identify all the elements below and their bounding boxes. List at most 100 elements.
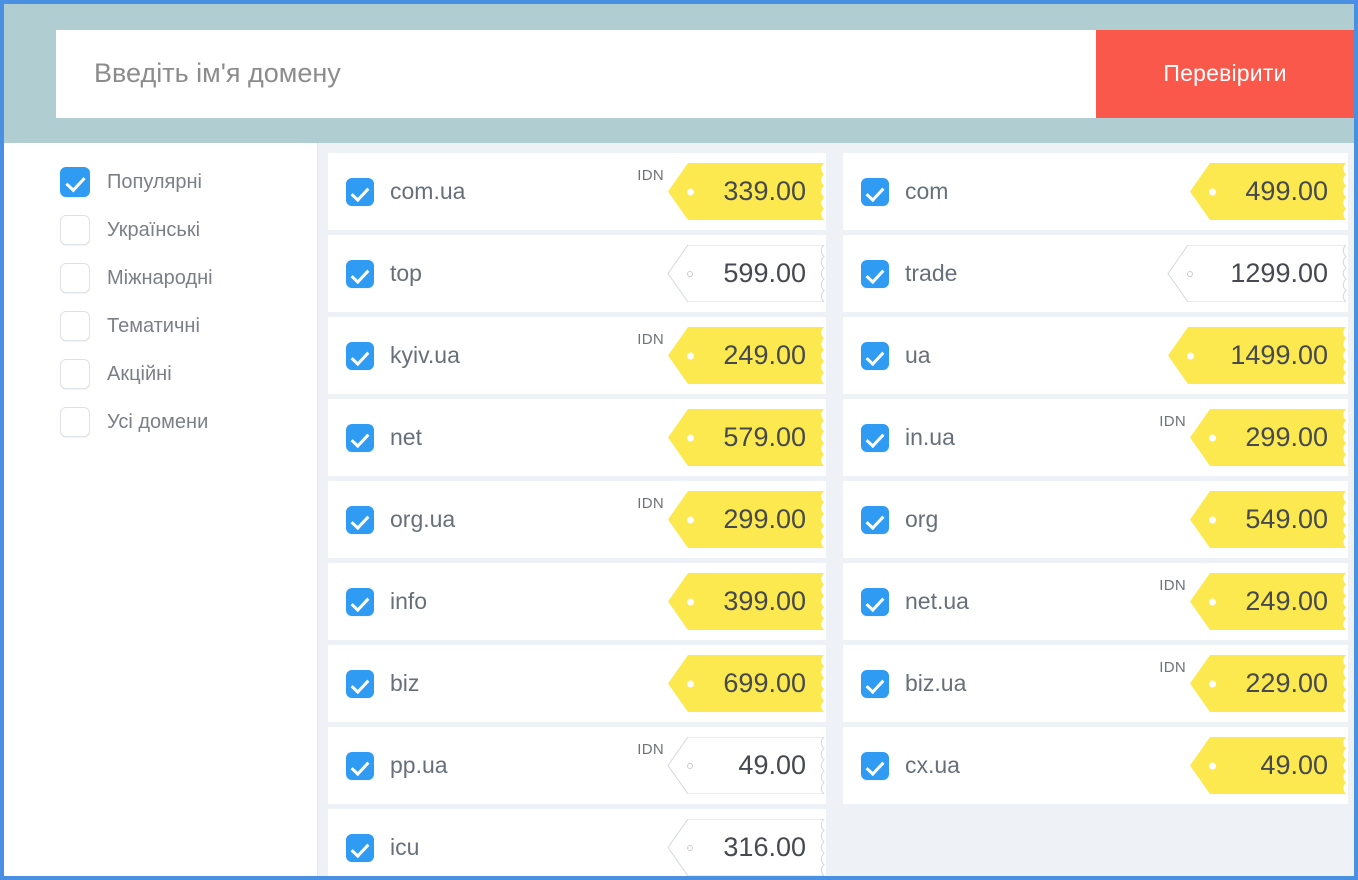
price-value: 1299.00 <box>1230 258 1328 288</box>
domain-checkbox[interactable] <box>346 341 374 370</box>
domain-checkbox[interactable] <box>346 505 374 534</box>
price-value: 549.00 <box>1245 504 1328 534</box>
domain-checkbox[interactable] <box>346 259 374 288</box>
price-value: 249.00 <box>1245 586 1328 616</box>
tag-hole-icon <box>687 352 694 359</box>
price-wrapper: IDN 249.00 <box>1159 563 1348 640</box>
tag-hole-icon <box>1209 434 1216 441</box>
category-filter-sidebar: Популярні Українські Міжнародні Тематичні Ак… <box>4 143 318 876</box>
tag-hole-icon <box>1209 680 1216 687</box>
domain-name: net.ua <box>905 588 969 614</box>
domain-name: info <box>390 588 428 614</box>
idn-badge: IDN <box>1159 659 1186 676</box>
domain-checkbox[interactable] <box>346 669 374 698</box>
tag-hole-icon <box>1187 270 1193 277</box>
search-header: Перевірити <box>4 4 1354 143</box>
domain-checkbox[interactable] <box>861 423 889 452</box>
filter-checkbox[interactable] <box>60 167 90 197</box>
price-tag: 599.00 <box>666 245 826 302</box>
filter-item-3[interactable]: Тематичні <box>4 302 317 350</box>
domain-row[interactable]: biz.ua IDN 229.00 <box>843 645 1348 722</box>
domain-column-2: com 499.00 trade 1299.00 ua 1499.00 in.ua IDN 29… <box>843 153 1348 876</box>
filter-checkbox[interactable] <box>60 263 90 293</box>
domain-row[interactable]: icu 316.00 <box>328 809 826 876</box>
price-tag: 49.00 <box>666 737 826 794</box>
domain-row[interactable]: ua 1499.00 <box>843 317 1348 394</box>
domain-checkbox[interactable] <box>861 751 889 780</box>
domain-row[interactable]: com.ua IDN 339.00 <box>328 153 826 230</box>
domain-column-1: com.ua IDN 339.00 top 599.00 kyiv.ua IDN 249.00… <box>328 153 826 876</box>
price-tag: 299.00 <box>666 491 826 548</box>
domain-row[interactable]: pp.ua IDN 49.00 <box>328 727 826 804</box>
check-domain-button[interactable]: Перевірити <box>1096 29 1354 118</box>
filter-checkbox[interactable] <box>60 407 90 437</box>
filter-item-5[interactable]: Усі домени <box>4 398 317 446</box>
price-tag: 579.00 <box>666 409 826 466</box>
domain-name: pp.ua <box>390 752 448 778</box>
domain-row[interactable]: org 549.00 <box>843 481 1348 558</box>
domain-row[interactable]: cx.ua 49.00 <box>843 727 1348 804</box>
filter-label: Міжнародні <box>107 266 213 289</box>
filter-item-0[interactable]: Популярні <box>4 158 317 206</box>
domain-checkbox[interactable] <box>346 751 374 780</box>
domain-name: trade <box>905 260 958 286</box>
domain-search-page: Перевірити Популярні Українські Міжнародні… <box>0 0 1358 880</box>
filter-checkbox[interactable] <box>60 311 90 341</box>
domain-name: biz <box>390 670 420 696</box>
tag-hole-icon <box>687 434 694 441</box>
filter-label: Українські <box>107 218 201 241</box>
tag-hole-icon <box>1187 352 1194 359</box>
domain-checkbox[interactable] <box>861 177 889 206</box>
tag-hole-icon <box>687 762 693 769</box>
price-tag: 1299.00 <box>1166 245 1348 302</box>
domain-checkbox[interactable] <box>861 669 889 698</box>
domain-checkbox[interactable] <box>861 259 889 288</box>
price-tag: 229.00 <box>1188 655 1348 712</box>
tag-hole-icon <box>1209 598 1216 605</box>
domain-checkbox[interactable] <box>346 587 374 616</box>
tag-hole-icon <box>687 516 694 523</box>
domain-checkbox[interactable] <box>861 505 889 534</box>
domain-row[interactable]: top 599.00 <box>328 235 826 312</box>
filter-item-1[interactable]: Українські <box>4 206 317 254</box>
price-tag: 49.00 <box>1188 737 1348 794</box>
filter-checkbox[interactable] <box>60 359 90 389</box>
domain-row[interactable]: kyiv.ua IDN 249.00 <box>328 317 826 394</box>
price-wrapper: 1299.00 <box>1166 235 1348 312</box>
domain-checkbox[interactable] <box>861 341 889 370</box>
price-tag: 499.00 <box>1188 163 1348 220</box>
price-wrapper: IDN 299.00 <box>1159 399 1348 476</box>
domain-name: biz.ua <box>905 670 967 696</box>
domain-row[interactable]: biz 699.00 <box>328 645 826 722</box>
price-value: 1499.00 <box>1230 340 1328 370</box>
domain-name: org.ua <box>390 506 456 532</box>
domain-checkbox[interactable] <box>346 833 374 862</box>
domain-row[interactable]: net 579.00 <box>328 399 826 476</box>
domain-name: net <box>390 424 422 450</box>
domain-checkbox[interactable] <box>346 423 374 452</box>
filter-item-2[interactable]: Міжнародні <box>4 254 317 302</box>
tag-hole-icon <box>687 188 694 195</box>
domain-row[interactable]: trade 1299.00 <box>843 235 1348 312</box>
domain-row[interactable]: net.ua IDN 249.00 <box>843 563 1348 640</box>
domain-name: kyiv.ua <box>390 342 460 368</box>
domain-row[interactable]: info 399.00 <box>328 563 826 640</box>
filter-checkbox[interactable] <box>60 215 90 245</box>
domain-row[interactable]: com 499.00 <box>843 153 1348 230</box>
price-wrapper: 599.00 <box>666 235 826 312</box>
filter-label: Усі домени <box>107 410 209 433</box>
domain-row[interactable]: org.ua IDN 299.00 <box>328 481 826 558</box>
domain-checkbox[interactable] <box>861 587 889 616</box>
domain-name: com.ua <box>390 178 466 204</box>
price-value: 49.00 <box>1260 750 1328 780</box>
domain-search-input[interactable] <box>56 29 1096 118</box>
price-tag: 1499.00 <box>1166 327 1348 384</box>
price-wrapper: IDN 299.00 <box>637 481 826 558</box>
tag-hole-icon <box>687 844 693 851</box>
domain-name: top <box>390 260 422 286</box>
domain-checkbox[interactable] <box>346 177 374 206</box>
price-wrapper: IDN 49.00 <box>637 727 826 804</box>
domain-row[interactable]: in.ua IDN 299.00 <box>843 399 1348 476</box>
filter-item-4[interactable]: Акційні <box>4 350 317 398</box>
domain-name: in.ua <box>905 424 955 450</box>
